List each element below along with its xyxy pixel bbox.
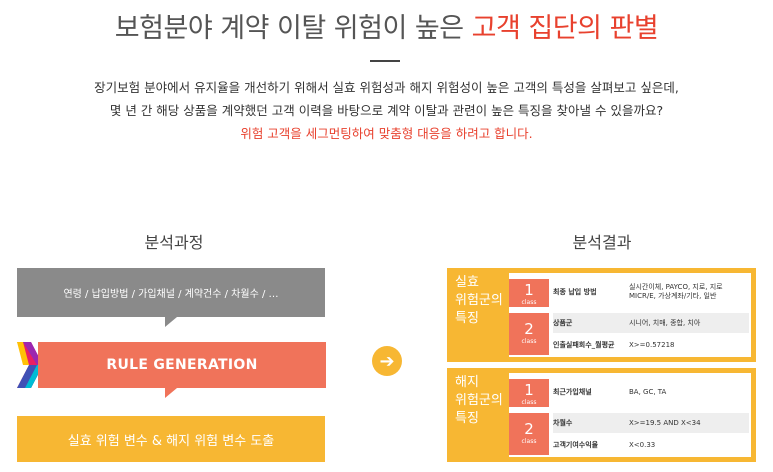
row-value: 시니어, 치매, 종합, 치아 xyxy=(629,318,701,327)
result-title: 분석결과 xyxy=(572,233,632,252)
intro-line-2: 몇 년 간 해당 상품을 계약했던 고객 이력을 바탕으로 계약 이탈과 관련이… xyxy=(109,103,664,118)
title-highlight: 고객 집단의 판별 xyxy=(471,13,659,44)
intro-line-1: 장기보험 분야에서 유지율을 개선하기 위해서 실효 위험성과 해지 위험성이 … xyxy=(94,80,679,95)
row-key: 차월수 xyxy=(553,419,573,427)
group-panel: 1 class 최근가입채널 BA, GC, TA 2 class 차월수 X>… xyxy=(509,373,751,457)
class-number: 1 xyxy=(524,381,534,399)
variables-box: 연령 / 납입방법 / 가입채널 / 계약건수 / 차월수 / … xyxy=(17,268,325,317)
result-group-cancel: 해지 위험군의 특징 1 class 최근가입채널 BA, GC, TA 2 c… xyxy=(447,368,756,462)
table-row: 차월수 X>=19.5 AND X<34 xyxy=(553,413,749,433)
class-word: class xyxy=(521,299,537,306)
class-number: 2 xyxy=(524,420,534,438)
row-key: 고객기여수익율 xyxy=(553,441,599,449)
class-badge: 1 class xyxy=(509,279,549,307)
table-row: 상품군 시니어, 치매, 종합, 치아 xyxy=(553,313,749,333)
result-group-lapse: 실효 위험군의 특징 1 class 최종 납입 방법 실시간이체, PAYCO… xyxy=(447,268,756,362)
table-row: 최근가입채널 BA, GC, TA xyxy=(553,382,749,402)
class-word: class xyxy=(521,438,537,445)
row-key: 상품군 xyxy=(553,319,573,327)
row-value: X>=19.5 AND X<34 xyxy=(629,418,701,427)
row-value: X>=0.57218 xyxy=(629,340,675,349)
group-label: 실효 위험군의 특징 xyxy=(455,275,503,326)
table-row: 고객기여수익율 X<0.33 xyxy=(553,435,749,455)
row-key: 인출실패회수_월평균 xyxy=(553,341,615,349)
row-key: 최근가입채널 xyxy=(553,388,592,396)
row-value: BA, GC, TA xyxy=(629,387,667,396)
group-panel: 1 class 최종 납입 방법 실시간이체, PAYCO, 지로, 지로MIC… xyxy=(509,273,751,357)
rule-box-tail xyxy=(165,388,177,398)
class-badge: 2 class xyxy=(509,413,549,455)
intro-text: 장기보험 분야에서 유지율을 개선하기 위해서 실효 위험성과 해지 위험성이 … xyxy=(0,76,773,145)
class-word: class xyxy=(521,338,537,345)
intro-line-3: 위험 고객을 세그먼팅하여 맞춤형 대응을 하려고 합니다. xyxy=(240,126,533,141)
row-key: 최종 납입 방법 xyxy=(553,288,597,296)
variables-box-tail xyxy=(165,317,177,327)
rule-generation-box: RULE GENERATION xyxy=(38,342,326,388)
process-title: 분석과정 xyxy=(144,233,204,252)
title-main: 보험분야 계약 이탈 위험이 높은 xyxy=(114,13,472,44)
row-value: 실시간이체, PAYCO, 지로, 지로MICR/E, 가상계좌/기타, 일반 xyxy=(629,283,723,300)
table-row: 인출실패회수_월평균 X>=0.57218 xyxy=(553,335,749,355)
class-badge: 2 class xyxy=(509,313,549,355)
class-number: 1 xyxy=(524,281,534,299)
class-word: class xyxy=(521,399,537,406)
arrow-right-circle-icon: ➔ xyxy=(372,346,402,376)
output-box: 실효 위험 변수 & 해지 위험 변수 도출 xyxy=(17,416,325,462)
page-title: 보험분야 계약 이탈 위험이 높은 고객 집단의 판별 xyxy=(0,6,773,45)
class-badge: 1 class xyxy=(509,379,549,407)
class-number: 2 xyxy=(524,320,534,338)
table-row: 최종 납입 방법 실시간이체, PAYCO, 지로, 지로MICR/E, 가상계… xyxy=(553,282,749,302)
group-label: 해지 위험군의 특징 xyxy=(455,375,503,426)
row-value: X<0.33 xyxy=(629,440,656,449)
title-divider xyxy=(370,60,400,62)
